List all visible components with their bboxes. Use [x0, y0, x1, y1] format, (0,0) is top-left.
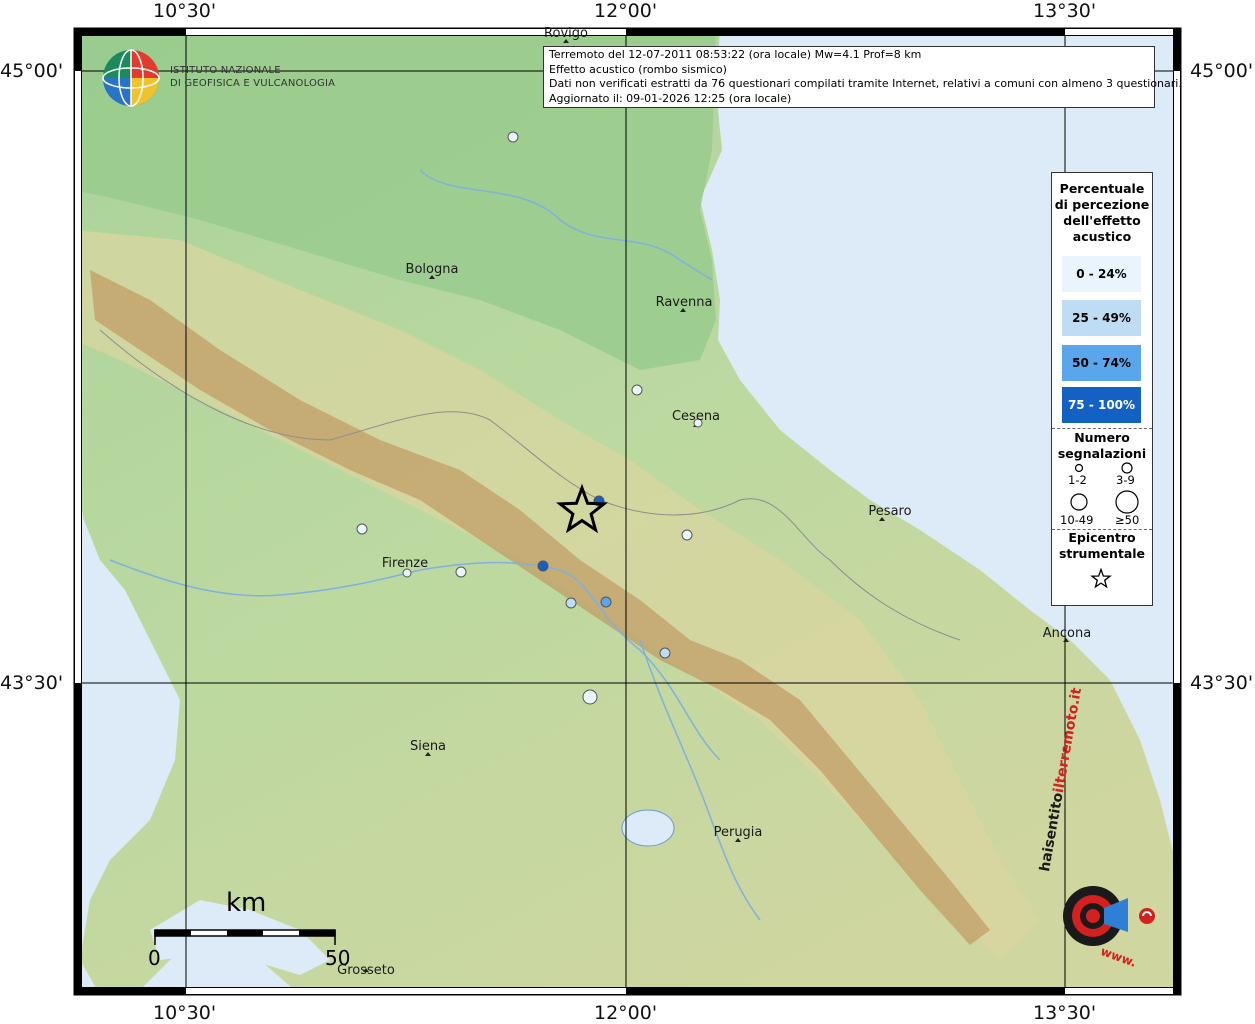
city-label-pesaro: Pesaro [868, 504, 912, 519]
ingv-logo-line1: ISTITUTO NAZIONALE [170, 65, 281, 76]
obs-point [600, 596, 612, 608]
legend-title-line: dell'effetto [1063, 213, 1141, 228]
top-tick-1330: 13°30' [1033, 0, 1097, 22]
obs-point [507, 131, 519, 143]
legend-epicenter-title-line: Epicentro [1068, 530, 1136, 545]
event-info-line4: Aggiornato il: 09-01-2026 12:25 (ora loc… [549, 91, 792, 105]
legend-title-line: acustico [1072, 229, 1132, 244]
obs-point [582, 689, 598, 705]
watermark-text-right: .it [1066, 686, 1086, 706]
legend-epicenter-title: Epicentro strumentale [1052, 530, 1152, 562]
legend-title-line: di percezione [1054, 197, 1150, 212]
event-info-line2: Effetto acustico (rombo sismico) [549, 62, 727, 76]
left-tick-4500: 45°00' [0, 60, 64, 82]
legend-separator [1052, 428, 1152, 429]
legend-epicenter-title-line: strumentale [1058, 546, 1146, 561]
legend-class-75-100: 75 - 100% [1062, 387, 1141, 423]
city-label-ancona: Ancona [1042, 626, 1092, 641]
city-label-siena: Siena [409, 739, 447, 754]
scale-start: 0 [148, 946, 161, 970]
lake-trasimeno [621, 809, 675, 847]
legend-count-title-line: Numero [1074, 430, 1130, 445]
scale-unit: km [226, 888, 267, 918]
watermark-text: haisentitoilterremoto.it [1035, 687, 1095, 970]
city-label-bologna: Bologna [405, 262, 459, 277]
obs-point [631, 384, 643, 396]
obs-point [681, 529, 693, 541]
left-tick-4330: 43°30' [0, 672, 64, 694]
legend-class-25-49: 25 - 49% [1062, 300, 1141, 336]
legend-size-1-2: 1-2 [1068, 473, 1087, 487]
legend-epicenter-star-icon [1090, 568, 1112, 589]
legend-size-3-9: 3-9 [1116, 473, 1135, 487]
legend-size-50plus: ≥50 [1115, 513, 1140, 527]
ingv-logo-line2: DI GEOFISICA E VULCANOLOGIA [170, 78, 336, 89]
obs-point [455, 566, 467, 578]
event-info-line1: Terremoto del 12-07-2011 08:53:22 (ora l… [549, 48, 922, 61]
right-tick-4330: 43°30' [1190, 672, 1254, 694]
right-tick-4500: 45°00' [1190, 60, 1254, 82]
city-label-perugia: Perugia [713, 825, 763, 840]
legend-class-50-74: 50 - 74% [1062, 345, 1141, 381]
bottom-tick-1200: 12°00' [594, 1002, 658, 1024]
city-label-cesena: Cesena [671, 409, 721, 424]
legend-title-line: Percentuale [1059, 181, 1145, 196]
legend-title: Percentuale di percezione dell'effetto a… [1052, 181, 1152, 245]
legend-class-0-24: 0 - 24% [1062, 256, 1141, 292]
obs-point [356, 523, 368, 535]
city-label-firenze: Firenze [381, 556, 429, 571]
bottom-tick-1330: 13°30' [1033, 1002, 1097, 1024]
scale-end: 50 [325, 946, 351, 970]
event-info-line3: Dati non verificati estratti da 76 quest… [549, 77, 1182, 90]
ingv-logo-text: ISTITUTO NAZIONALE DI GEOFISICA E VULCAN… [170, 64, 335, 90]
top-tick-1030: 10°30' [153, 0, 217, 22]
city-label-rovigo: Rovigo [544, 26, 588, 41]
event-info-box: Terremoto del 12-07-2011 08:53:22 (ora l… [543, 46, 1182, 108]
ingv-globe-icon [102, 49, 160, 107]
top-tick-1200: 12°00' [594, 0, 658, 22]
legend-box: Percentuale di percezione dell'effetto a… [1051, 172, 1153, 606]
legend-size-10-49: 10-49 [1060, 513, 1094, 527]
obs-point [537, 560, 549, 572]
obs-point [565, 597, 577, 609]
obs-point [659, 647, 671, 659]
bottom-tick-1030: 10°30' [153, 1002, 217, 1024]
city-label-ravenna: Ravenna [655, 295, 713, 310]
